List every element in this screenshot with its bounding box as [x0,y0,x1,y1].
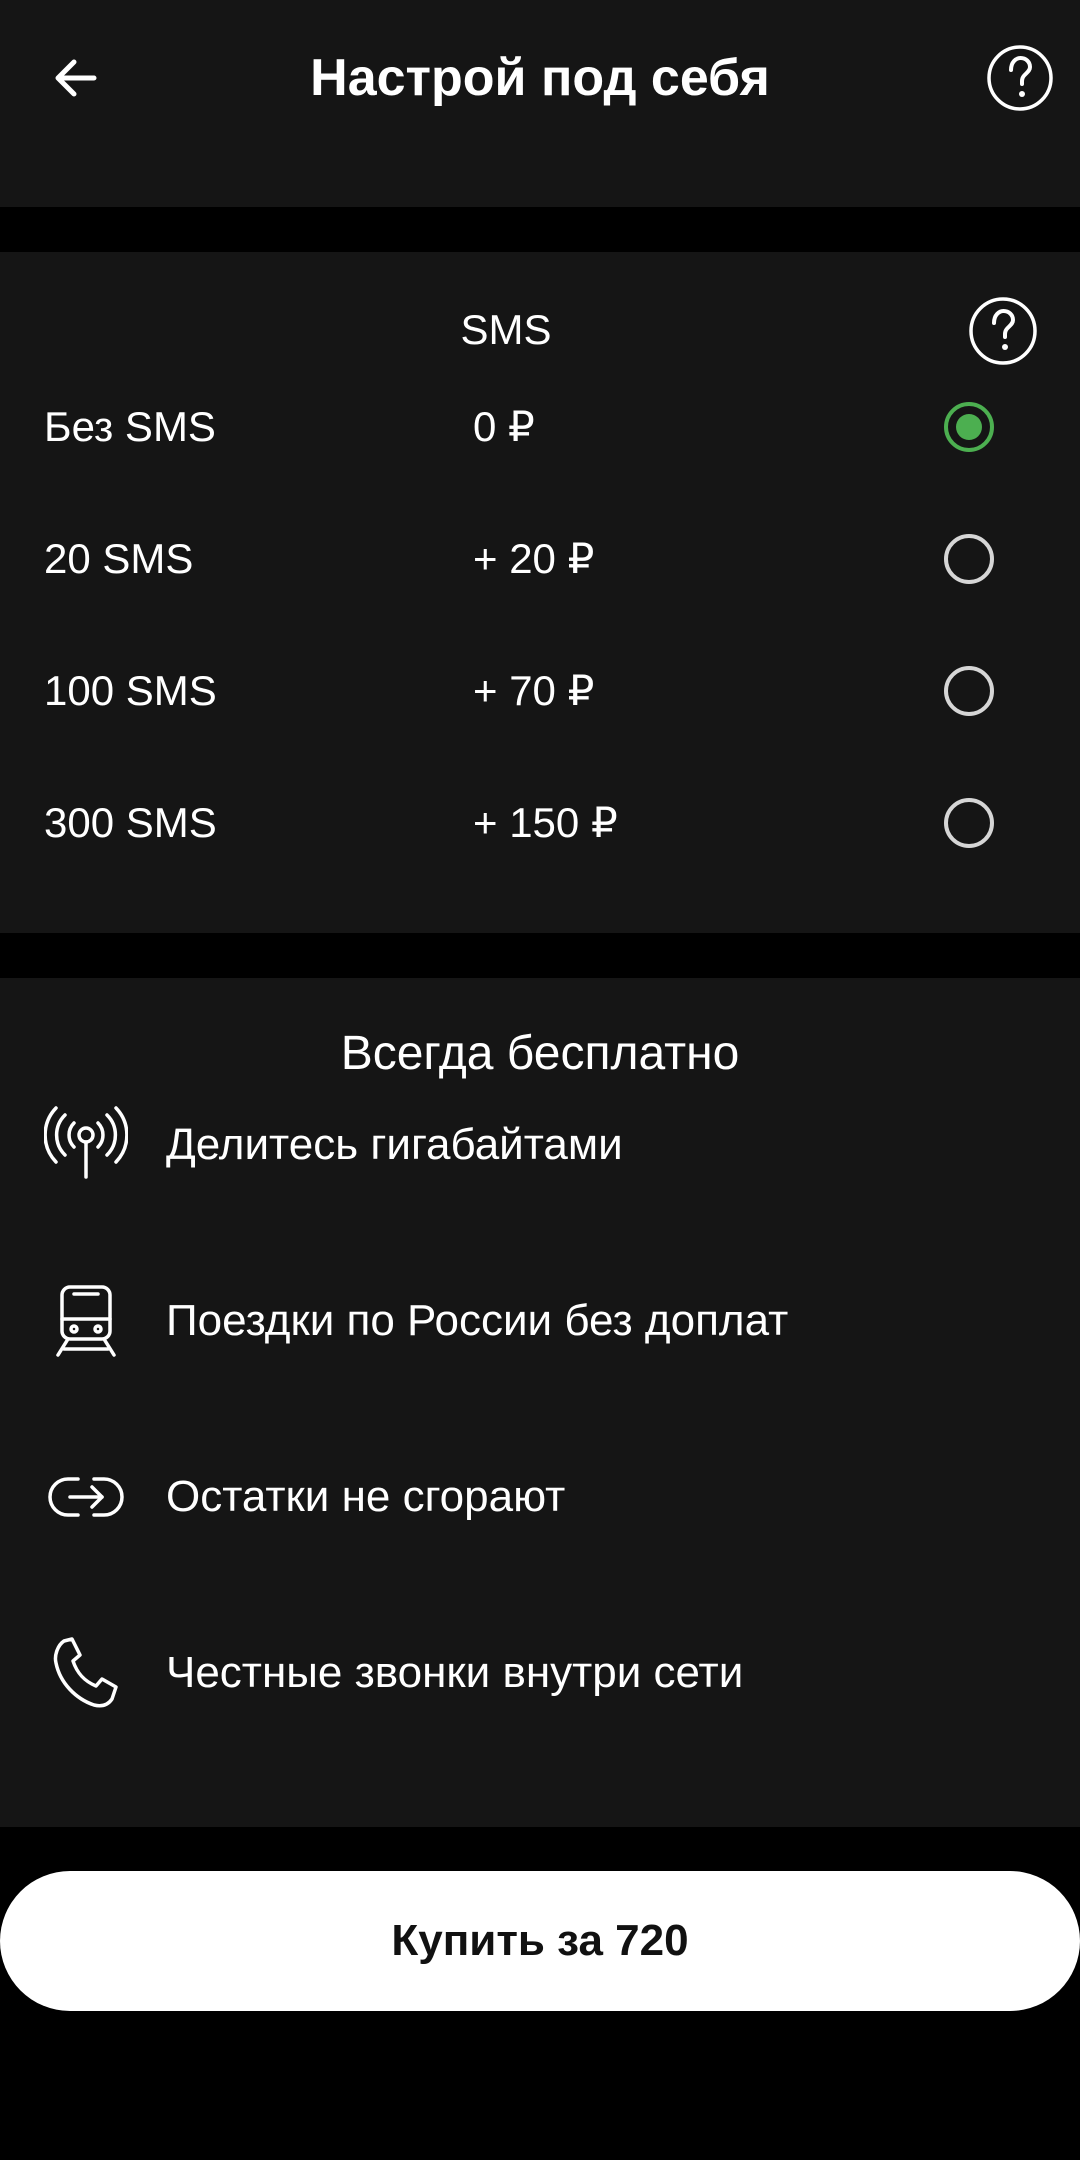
sms-option-price: 0 ₽ [473,403,535,450]
app-header: Настрой под себя [0,0,1080,207]
sms-option-label: 300 SMS [44,799,217,846]
sms-option-label: 20 SMS [44,535,194,582]
feature-label: Честные звонки внутри сети [166,1648,744,1697]
feature-russia-trips: Поездки по России без доплат [0,1261,1080,1381]
sms-option-label: Без SMS [44,403,216,450]
free-features-section: Всегда бесплатно Делитесь гигабайтами По… [0,978,1080,1827]
feature-label: Остатки не сгорают [166,1472,566,1521]
radio-unselected[interactable] [944,666,994,716]
sms-option-none[interactable]: Без SMS 0 ₽ [0,372,1080,482]
buy-button-label: Купить за 720 [391,1916,689,1965]
sms-help-button[interactable] [966,294,1040,368]
back-button[interactable] [40,42,112,114]
sms-option-price: + 150 ₽ [473,799,618,846]
train-icon [44,1281,128,1361]
sms-option-300[interactable]: 300 SMS + 150 ₽ [0,768,1080,878]
sms-option-price: + 70 ₽ [473,667,595,714]
page-title: Настрой под себя [310,49,770,107]
feature-rollover: Остатки не сгорают [0,1437,1080,1557]
question-circle-icon [987,45,1053,111]
sms-option-100[interactable]: 100 SMS + 70 ₽ [0,636,1080,746]
feature-label: Делитесь гигабайтами [166,1120,623,1169]
sms-option-20[interactable]: 20 SMS + 20 ₽ [0,504,1080,614]
radio-unselected[interactable] [944,534,994,584]
phone-icon [44,1633,128,1713]
feature-label: Поездки по России без доплат [166,1296,789,1345]
help-button[interactable] [984,42,1056,114]
sms-option-label: 100 SMS [44,667,217,714]
radio-unselected[interactable] [944,798,994,848]
arrow-left-icon [55,59,97,97]
sms-section-title: SMS [460,306,552,353]
sms-option-price: + 20 ₽ [473,535,595,582]
sms-section: SMS Без SMS 0 ₽ 20 SMS + 20 ₽ 100 SMS + … [0,252,1080,933]
free-section-title: Всегда бесплатно [340,1027,740,1080]
rollover-arrow-icon [44,1457,128,1537]
feature-honest-calls: Честные звонки внутри сети [0,1613,1080,1733]
feature-share-gigabytes: Делитесь гигабайтами [0,1085,1080,1205]
question-circle-icon [969,297,1037,365]
screen: Настрой под себя SMS Без SMS 0 ₽ 20 SMS [0,0,1080,2160]
radio-selected[interactable] [944,402,994,452]
antenna-broadcast-icon [44,1105,128,1185]
buy-button[interactable]: Купить за 720 [0,1871,1080,2011]
